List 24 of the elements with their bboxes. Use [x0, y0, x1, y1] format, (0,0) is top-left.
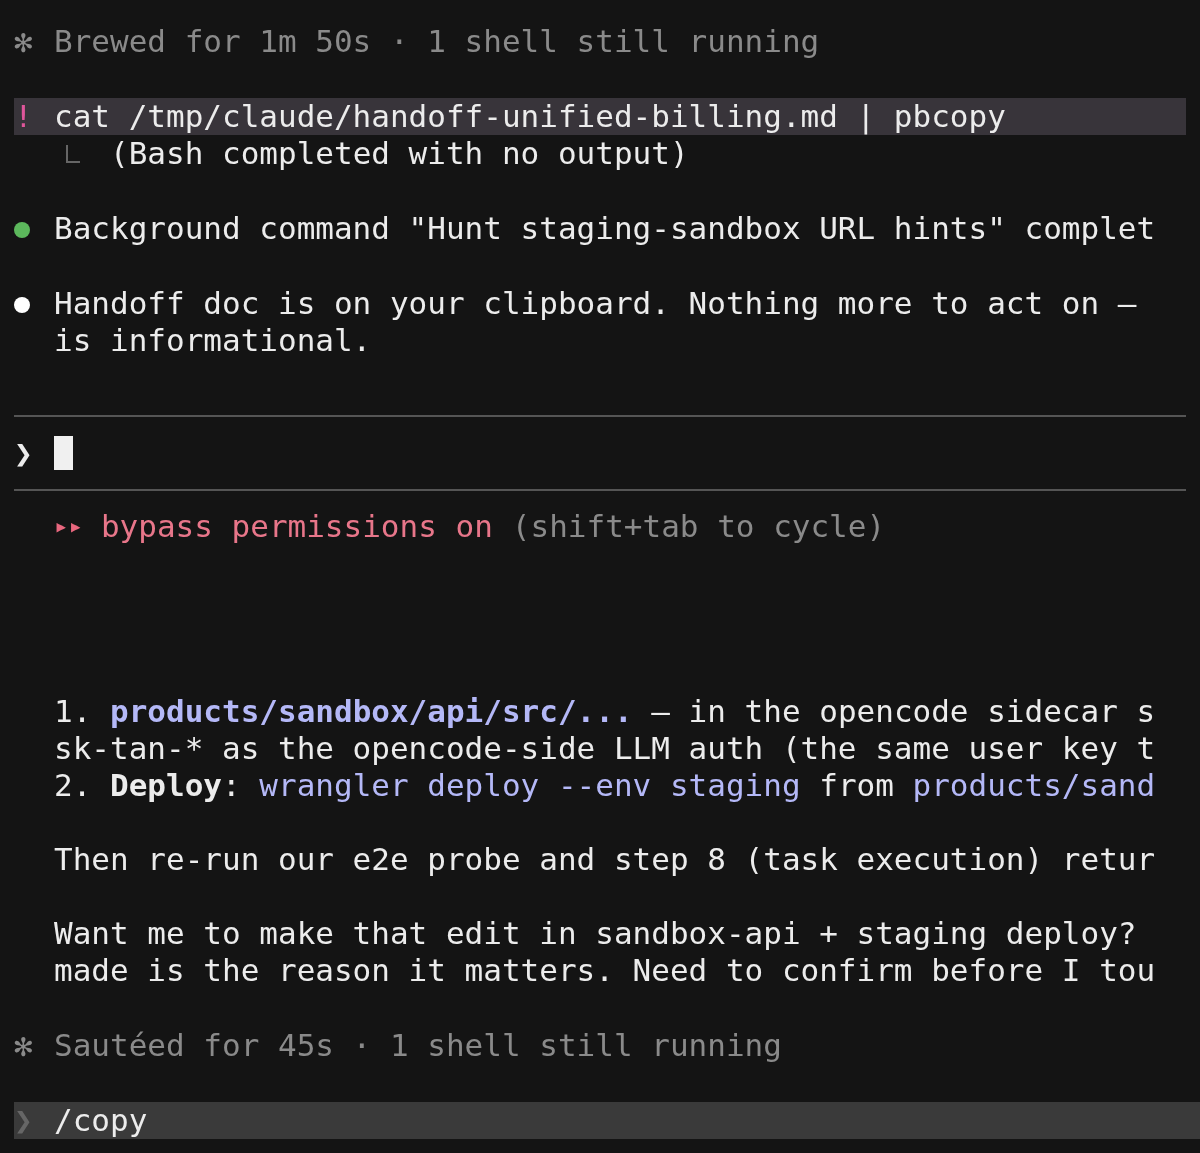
output-text: (Bash completed with no output) [110, 135, 689, 172]
asterisk-icon: ✻ [14, 1027, 54, 1064]
tree-connector-icon [66, 145, 80, 163]
prompt-icon: ❯ [14, 434, 54, 472]
status-text: Brewed for 1m 50s · 1 shell still running [54, 23, 820, 60]
body-text: 2. Deploy: wrangler deploy --env staging from products/sand [54, 767, 1157, 804]
fast-forward-icon: ▸▸ [54, 508, 83, 545]
message-text: Handoff doc is on your clipboard. Nothing more to act on — [54, 285, 1137, 322]
bang-icon: ! [14, 98, 54, 135]
message-text: is informational. [54, 322, 373, 359]
body-text: Then re-run our e2e probe and step 8 (task execution) retur [54, 841, 1157, 878]
mode-hint: (shift+tab to cycle) [511, 508, 886, 545]
command-text: cat /tmp/claude/handoff-unified-billing.md | pbcopy [54, 98, 1006, 135]
status-text: Sautéed for 45s · 1 shell still running [54, 1027, 782, 1064]
body-text: 1. products/sandbox/api/src/... — in the opencode sidecar s [54, 693, 1157, 730]
body-text: made is the reason it matters. Need to confirm before I tou [54, 952, 1157, 989]
message-text: Background command "Hunt staging-sandbox URL hints" complet [54, 210, 1156, 247]
prompt-icon: ❯ [14, 1102, 54, 1139]
body-text: sk-tan-* as the opencode-side LLM auth (the same user key t [54, 730, 1157, 767]
asterisk-icon: ✻ [14, 23, 54, 60]
body-text: Want me to make that edit in sandbox-api + staging deploy? [54, 915, 1138, 952]
command-text: /copy [54, 1102, 148, 1139]
mode-label[interactable]: bypass permissions on [100, 508, 493, 545]
input-field[interactable] [54, 436, 73, 470]
